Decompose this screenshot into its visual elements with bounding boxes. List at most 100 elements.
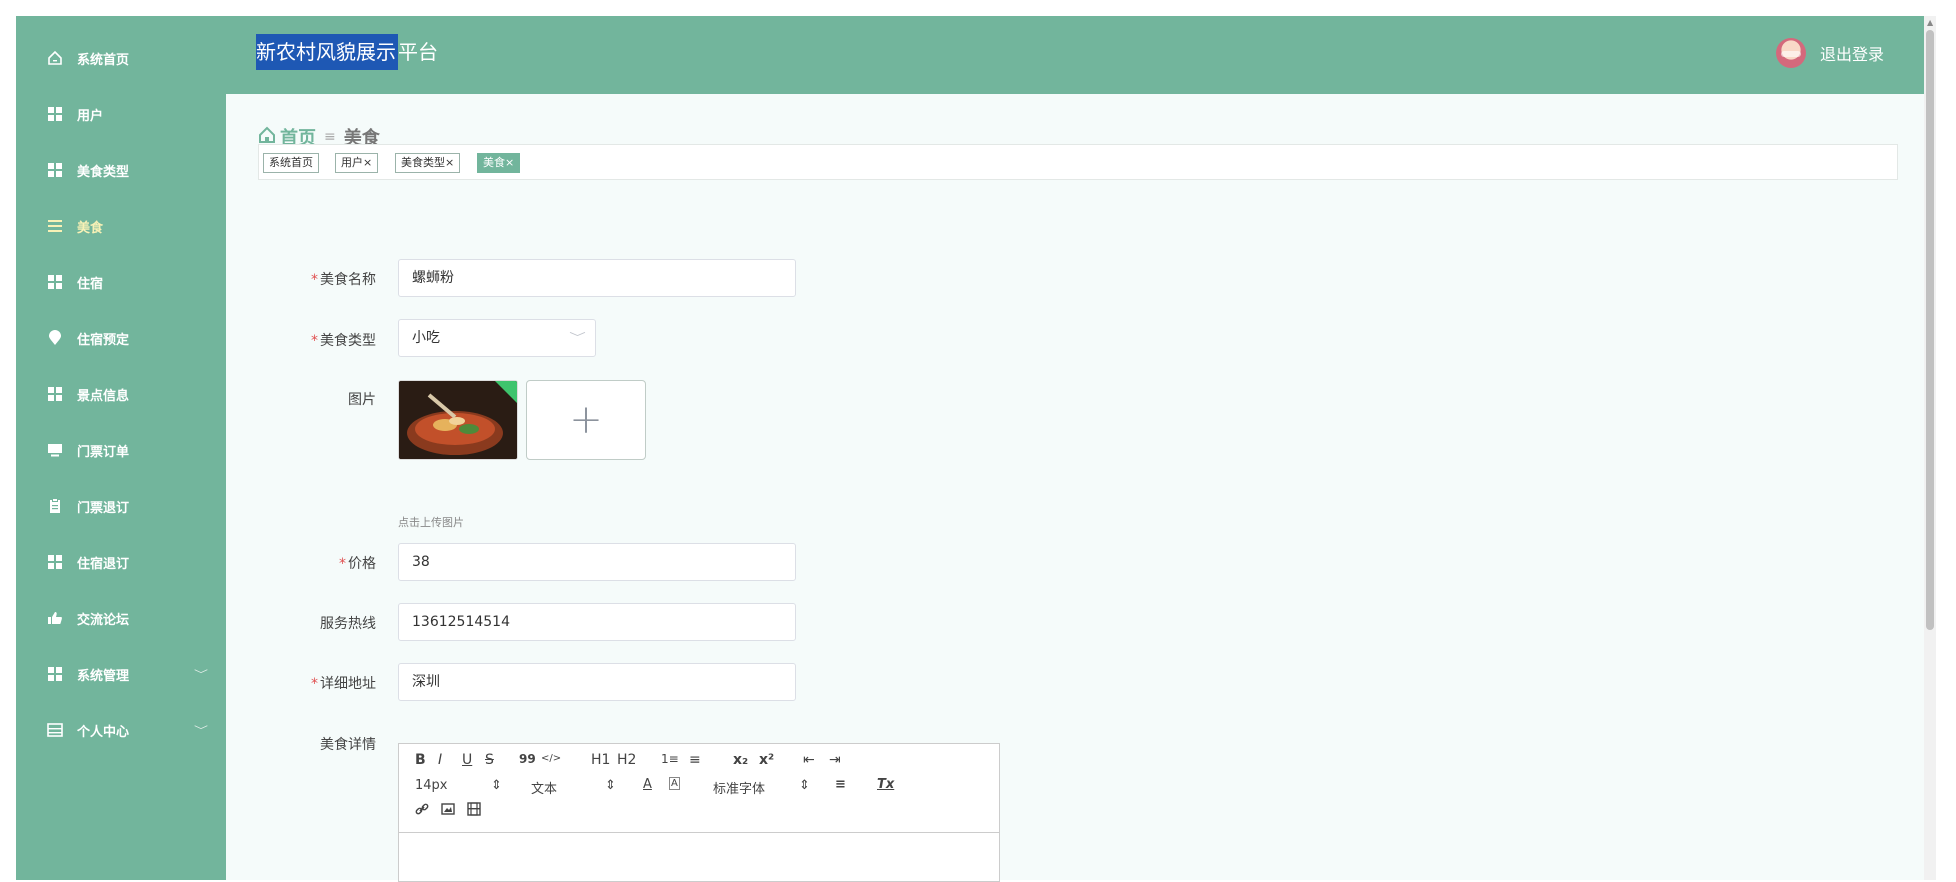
app-title: 新农村风貌展示 平台 <box>256 34 438 70</box>
sidebar-item-label: 门票退订 <box>77 500 130 516</box>
superscript-button[interactable]: x² <box>759 752 774 768</box>
sidebar-item-lodging[interactable]: 住宿 <box>16 254 226 310</box>
sidebar-item-label: 系统首页 <box>77 52 130 68</box>
sidebar-item-personal-center[interactable]: 个人中心 ﹀ <box>16 702 226 758</box>
sidebar-item-ticket-orders[interactable]: 门票订单 <box>16 422 226 478</box>
indent-button[interactable]: ⇥ <box>829 752 841 768</box>
ordered-list-button[interactable]: 1≡ <box>661 752 679 766</box>
bold-button[interactable]: B <box>415 752 426 768</box>
price-input[interactable]: 38 <box>398 543 796 581</box>
app-frame: 系统首页 用户 美食类型 美食 住宿 住宿预定 景点信息 门票订单 门票退订 住… <box>16 16 1924 882</box>
food-name-label: * 美食名称 <box>246 269 376 289</box>
code-block-button[interactable]: </> <box>541 753 561 764</box>
rich-text-editor: B I U S 99 </> H1 H2 1≡ ≡ x₂ x² ⇤ ⇥ 14px… <box>398 743 1000 882</box>
font-size-arrow: ⇕ <box>491 778 502 793</box>
font-family-arrow: ⇕ <box>799 778 810 793</box>
food-type-select[interactable]: 小吃 ﹀ <box>398 319 596 357</box>
strike-button[interactable]: S <box>485 752 494 768</box>
bullet-list-button[interactable]: ≡ <box>689 752 701 768</box>
sidebar-item-attractions[interactable]: 景点信息 <box>16 366 226 422</box>
sidebar-item-lodging-booking[interactable]: 住宿预定 <box>16 310 226 366</box>
clipboard-icon <box>47 498 63 514</box>
location-pin-icon <box>47 330 63 346</box>
chevron-down-icon: ﹀ <box>194 670 208 681</box>
breadcrumb-separator: ≡ <box>324 129 336 145</box>
address-label: * 详细地址 <box>246 673 376 693</box>
editor-toolbar: B I U S 99 </> H1 H2 1≡ ≡ x₂ x² ⇤ ⇥ 14px… <box>399 744 999 833</box>
required-mark: * <box>311 333 318 349</box>
price-label: * 价格 <box>246 553 376 573</box>
clear-format-button[interactable]: Tx <box>877 777 894 792</box>
logout-button[interactable]: 退出登录 <box>1775 38 1884 68</box>
sidebar-item-label: 用户 <box>77 108 104 124</box>
font-size-picker[interactable]: 14px <box>415 778 448 793</box>
image-icon[interactable] <box>441 802 455 820</box>
upload-hint: 点击上传图片 <box>398 516 464 529</box>
sidebar-item-food[interactable]: 美食 <box>16 198 226 254</box>
label-text: 价格 <box>348 556 376 572</box>
selected-title-text: 新农村风貌展示 <box>256 34 398 70</box>
tag-home[interactable]: 系统首页 <box>263 153 319 173</box>
sidebar-item-label: 美食 <box>77 220 104 236</box>
label-text: 美食类型 <box>320 333 376 349</box>
format-arrow: ⇕ <box>605 778 616 793</box>
chevron-down-icon: ﹀ <box>194 726 208 737</box>
vertical-scrollbar[interactable]: ▲ <box>1924 16 1936 880</box>
sidebar-item-label: 交流论坛 <box>77 612 130 628</box>
food-name-input[interactable]: 螺蛳粉 <box>398 259 796 297</box>
subscript-button[interactable]: x₂ <box>733 752 748 768</box>
sidebar-item-ticket-refunds[interactable]: 门票退订 <box>16 478 226 534</box>
underline-button[interactable]: U <box>462 752 472 768</box>
label-text: 详细地址 <box>320 676 376 692</box>
sidebar-item-food-types[interactable]: 美食类型 <box>16 142 226 198</box>
add-image-button[interactable]: + <box>526 380 646 460</box>
align-button[interactable]: ≡ <box>835 777 846 792</box>
grid-icon <box>47 554 63 570</box>
tab-tag-bar: 系统首页 用户× 美食类型× 美食× <box>258 144 1898 180</box>
sidebar-item-label: 美食类型 <box>77 164 130 180</box>
top-header: 新农村风貌展示 平台 退出登录 <box>226 16 1924 94</box>
tag-food[interactable]: 美食× <box>477 153 521 173</box>
sidebar-item-users[interactable]: 用户 <box>16 86 226 142</box>
sidebar-item-system-management[interactable]: 系统管理 ﹀ <box>16 646 226 702</box>
sidebar: 系统首页 用户 美食类型 美食 住宿 住宿预定 景点信息 门票订单 门票退订 住… <box>16 16 226 880</box>
uploaded-food-image[interactable] <box>398 380 518 460</box>
monitor-icon <box>47 442 63 458</box>
outdent-button[interactable]: ⇤ <box>803 752 815 768</box>
grid-icon <box>47 666 63 682</box>
grid-icon <box>47 162 63 178</box>
grid-icon <box>47 274 63 290</box>
sidebar-item-label: 个人中心 <box>77 724 130 740</box>
italic-button[interactable]: I <box>438 752 442 768</box>
image-label: 图片 <box>348 392 376 408</box>
sidebar-item-lodging-refunds[interactable]: 住宿退订 <box>16 534 226 590</box>
logout-label: 退出登录 <box>1819 45 1884 64</box>
scroll-up-arrow-icon[interactable]: ▲ <box>1927 18 1933 27</box>
sidebar-item-label: 住宿 <box>77 276 104 292</box>
tag-food-types[interactable]: 美食类型× <box>395 153 461 173</box>
required-mark: * <box>311 272 318 288</box>
link-icon[interactable] <box>415 802 429 820</box>
header2-button[interactable]: H2 <box>617 752 636 768</box>
text-color-button[interactable]: A <box>643 777 652 792</box>
hotline-input[interactable]: 13612514514 <box>398 603 796 641</box>
required-mark: * <box>339 556 346 572</box>
format-picker[interactable]: 文本 <box>531 778 557 797</box>
sidebar-item-label: 住宿预定 <box>77 332 130 348</box>
address-input[interactable]: 深圳 <box>398 663 796 701</box>
editor-content-area[interactable] <box>399 832 999 881</box>
window-icon <box>47 722 63 738</box>
list-icon <box>47 218 63 234</box>
font-family-picker[interactable]: 标准字体 <box>713 778 765 797</box>
food-type-label: * 美食类型 <box>246 330 376 350</box>
sidebar-item-label: 系统管理 <box>77 668 130 684</box>
header1-button[interactable]: H1 <box>591 752 610 768</box>
tag-users[interactable]: 用户× <box>335 153 379 173</box>
blockquote-button[interactable]: 99 <box>519 752 536 766</box>
scrollbar-thumb[interactable] <box>1926 30 1934 630</box>
sidebar-item-forum[interactable]: 交流论坛 <box>16 590 226 646</box>
sidebar-item-home[interactable]: 系统首页 <box>16 30 226 86</box>
sidebar-item-label: 门票订单 <box>77 444 130 460</box>
video-icon[interactable] <box>467 802 481 820</box>
background-color-button[interactable]: A <box>669 777 680 790</box>
